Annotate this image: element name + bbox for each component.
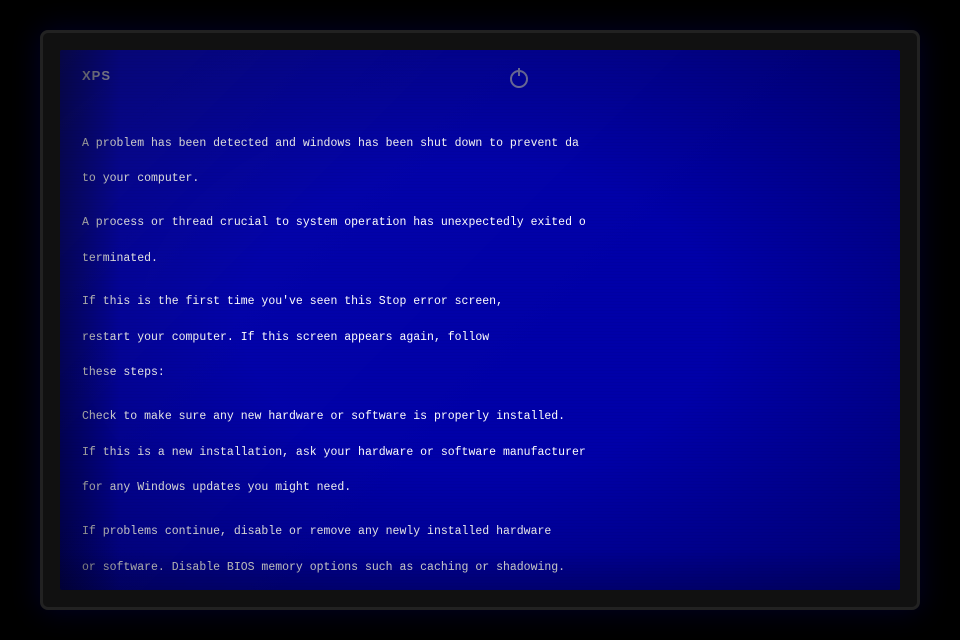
bsod-screen: XPS A problem has been detected and wind… (60, 50, 900, 590)
power-icon (510, 70, 528, 88)
bsod-line-0: A problem has been detected and windows … (82, 135, 878, 153)
bsod-line-7: restart your computer. If this screen ap… (82, 329, 878, 347)
left-shadow (60, 50, 120, 590)
bsod-line-3: A process or thread crucial to system op… (82, 214, 878, 232)
bsod-line-14: If problems continue, disable or remove … (82, 523, 878, 541)
outer-frame: XPS A problem has been detected and wind… (0, 0, 960, 640)
bsod-line-2 (82, 206, 878, 214)
bsod-text-block: A problem has been detected and windows … (82, 99, 878, 590)
bsod-line-4: terminated. (82, 250, 878, 268)
bsod-line-13 (82, 515, 878, 523)
bsod-line-5 (82, 285, 878, 293)
bsod-line-11: If this is a new installation, ask your … (82, 444, 878, 462)
bsod-line-8: these steps: (82, 364, 878, 382)
bsod-content: XPS A problem has been detected and wind… (60, 50, 900, 590)
bottom-shadow (60, 550, 900, 590)
top-bar: XPS (82, 68, 878, 89)
screen-bezel: XPS A problem has been detected and wind… (40, 30, 920, 610)
bsod-line-1: to your computer. (82, 170, 878, 188)
bsod-line-12: for any Windows updates you might need. (82, 479, 878, 497)
bsod-line-10: Check to make sure any new hardware or s… (82, 408, 878, 426)
bsod-line-6: If this is the first time you've seen th… (82, 293, 878, 311)
bsod-line-9 (82, 400, 878, 408)
